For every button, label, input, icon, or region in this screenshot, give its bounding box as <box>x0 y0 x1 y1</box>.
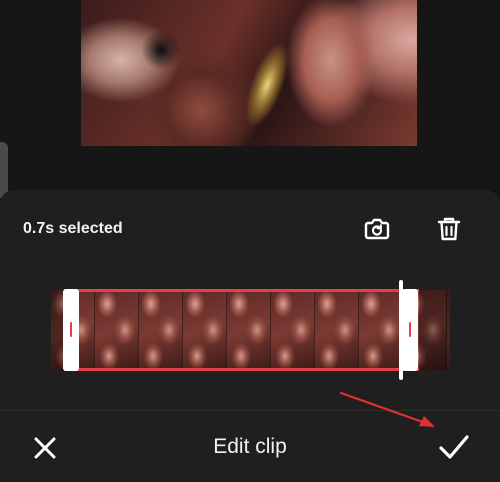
timeline-thumbnail <box>95 290 139 370</box>
thumbnail-strip <box>51 290 450 370</box>
trim-grip-left <box>70 322 72 337</box>
trash-icon <box>437 217 461 241</box>
bottom-bar: Edit clip <box>0 410 500 482</box>
playhead[interactable] <box>399 280 403 380</box>
timeline-thumbnail <box>139 290 183 370</box>
timeline-thumbnail <box>271 290 315 370</box>
timeline-thumbnail <box>315 290 359 370</box>
timeline-thumbnail <box>227 290 271 370</box>
preview-highlight <box>236 37 298 133</box>
replace-clip-icon <box>364 218 390 240</box>
preview-shadow <box>141 30 181 70</box>
checkmark-icon <box>439 435 469 459</box>
trim-grip-right <box>409 322 411 337</box>
video-preview <box>0 0 500 190</box>
replace-clip-button[interactable] <box>361 213 393 245</box>
unselected-region-right <box>419 290 450 370</box>
trim-handle-right[interactable] <box>402 289 418 371</box>
timeline-thumbnail <box>183 290 227 370</box>
trim-handle-left[interactable] <box>63 289 79 371</box>
timeline-thumbnail <box>359 290 403 370</box>
delete-clip-button[interactable] <box>433 213 465 245</box>
preview-frame-image <box>81 0 417 146</box>
side-drawer-handle[interactable] <box>0 142 8 198</box>
clip-timeline[interactable] <box>51 280 450 380</box>
screen-title: Edit clip <box>213 435 287 458</box>
selection-duration-label: 0.7s selected <box>23 220 123 237</box>
confirm-button[interactable] <box>438 433 470 461</box>
